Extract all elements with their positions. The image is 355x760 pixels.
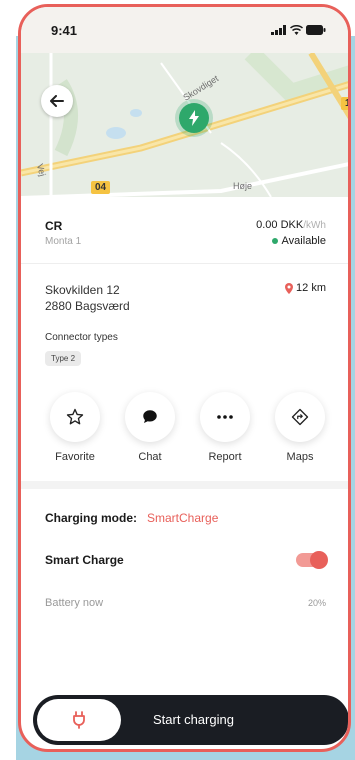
map-view[interactable]: Skovdiget Vej Høje 04 1 <box>21 53 348 197</box>
connector-section: Connector types Type 2 <box>21 332 348 366</box>
battery-icon <box>306 25 326 35</box>
arrow-left-icon <box>50 95 64 107</box>
divider <box>21 263 348 264</box>
maps-button[interactable] <box>275 392 325 442</box>
smart-charge-toggle[interactable] <box>296 551 328 569</box>
availability-label: Available <box>281 235 326 247</box>
distance: 12 km <box>285 282 326 294</box>
maps-action[interactable]: Maps <box>270 392 330 463</box>
smart-charge-row: Smart Charge <box>21 551 348 569</box>
status-bar: 9:41 <box>21 7 348 53</box>
road-label-hoje: Høje <box>233 181 253 191</box>
chat-action[interactable]: Chat <box>120 392 180 463</box>
station-price-block: 0.00 DKK/kWh Available <box>256 219 326 247</box>
location-pin-icon <box>285 282 294 294</box>
report-button[interactable] <box>200 392 250 442</box>
wifi-icon <box>290 25 303 35</box>
report-action[interactable]: Report <box>195 392 255 463</box>
road-sign-04: 04 <box>91 181 111 194</box>
address-line-1: Skovkilden 12 <box>45 283 120 297</box>
status-icons <box>271 25 326 35</box>
price: 0.00 DKK/kWh <box>256 219 326 231</box>
station-details: CR Monta 1 0.00 DKK/kWh Available Skovki… <box>21 197 348 609</box>
lightning-icon <box>189 110 199 126</box>
back-button[interactable] <box>41 85 73 117</box>
chat-bubble-icon <box>143 410 157 423</box>
price-unit: /kWh <box>303 220 326 231</box>
more-dots-icon <box>217 415 233 419</box>
star-icon <box>66 408 84 425</box>
start-charging-label: Start charging <box>153 712 234 727</box>
address-row: Skovkilden 12 2880 Bagsværd 12 km <box>21 282 348 314</box>
price-value: 0.00 DKK <box>256 219 304 231</box>
favorite-label: Favorite <box>55 451 95 463</box>
connector-title: Connector types <box>45 332 118 343</box>
signal-icon <box>271 25 286 35</box>
availability-status: Available <box>256 235 326 247</box>
address: Skovkilden 12 2880 Bagsværd <box>45 282 130 314</box>
charging-mode-row[interactable]: Charging mode: SmartCharge <box>21 511 348 525</box>
smart-charge-label: Smart Charge <box>45 553 124 567</box>
phone-frame: 9:41 Skovdiget Vej Høje 04 CR Monta 1 0.… <box>18 4 351 752</box>
station-map-pin[interactable] <box>179 103 209 133</box>
station-operator: Monta 1 <box>45 236 82 247</box>
favorite-action[interactable]: Favorite <box>45 392 105 463</box>
battery-value: 20% <box>307 598 326 608</box>
slider-thumb[interactable] <box>37 699 121 741</box>
station-name: CR <box>45 219 63 233</box>
distance-value: 12 km <box>296 282 326 294</box>
action-buttons: Favorite Chat Report Maps <box>21 392 348 463</box>
chat-button[interactable] <box>125 392 175 442</box>
directions-icon <box>291 408 309 426</box>
chat-label: Chat <box>138 451 162 463</box>
section-divider <box>21 481 348 489</box>
status-time: 9:41 <box>51 22 78 38</box>
station-title-block: CR Monta 1 <box>45 219 81 247</box>
available-dot-icon <box>271 238 278 244</box>
address-line-2: 2880 Bagsværd <box>45 299 130 313</box>
maps-label: Maps <box>286 451 314 463</box>
station-header: CR Monta 1 0.00 DKK/kWh Available <box>21 219 348 247</box>
report-label: Report <box>208 451 242 463</box>
charging-mode-value[interactable]: SmartCharge <box>147 511 218 525</box>
battery-row: Battery now 20% <box>21 597 348 609</box>
charging-mode-label: Charging mode: <box>45 511 137 525</box>
battery-label: Battery now <box>45 597 104 609</box>
road-sign-1: 1 <box>341 97 348 110</box>
connector-chip-type2: Type 2 <box>45 351 82 366</box>
toggle-knob <box>310 551 328 569</box>
plug-icon <box>73 711 85 729</box>
favorite-button[interactable] <box>50 392 100 442</box>
start-charging-slider[interactable]: Start charging <box>33 695 348 745</box>
